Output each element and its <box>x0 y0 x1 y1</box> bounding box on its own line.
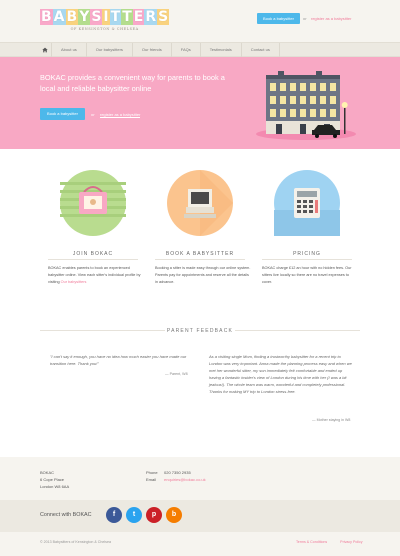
testimonial-quote-1: "I can't say it enough, you have no idea… <box>50 354 187 366</box>
nav-our-babysitters[interactable]: Our babysitters <box>87 43 133 57</box>
join-feature-circle <box>60 170 126 236</box>
footer-contact-values: 020 7350 2935 enquiries@bokac.co.uk <box>164 469 206 483</box>
logo-letter: T <box>109 9 122 25</box>
book-divider <box>155 259 245 260</box>
copyright-text: © 2013 Babysitters of Kensington & Chels… <box>40 540 111 544</box>
nav-contact-us[interactable]: Contact us <box>242 43 280 57</box>
our-babysitters-link[interactable]: Our babysitters <box>61 280 87 284</box>
pricing-description: BOKAC charge £12 an hour with no hidden … <box>262 266 352 284</box>
book-description: Booking a sitter is made easy through ou… <box>155 266 251 284</box>
pricing-feature-circle <box>274 170 340 236</box>
logo-letter: Y <box>78 9 91 25</box>
logo-letter: I <box>102 9 110 25</box>
calculator-icon <box>274 170 340 236</box>
logo-subtitle: OF KENSINGTON & CHELSEA <box>70 27 139 31</box>
logo-letter: B <box>40 9 53 25</box>
hero-or-text: or <box>91 112 95 117</box>
book-babysitter-button[interactable]: Book a babysitter <box>257 13 300 24</box>
connect-label: Connect with BOKAC <box>40 512 92 518</box>
join-divider <box>48 259 138 260</box>
site-header: BABYSITTERS OF KENSINGTON & CHELSEA Book… <box>0 0 400 42</box>
footer-company: BOKAC <box>40 470 55 475</box>
handbag-icon <box>60 170 126 236</box>
join-title: JOIN BOKAC <box>72 251 114 257</box>
footer-contact-labels: Phone Email <box>146 469 158 483</box>
pricing-title: PRICING <box>293 251 321 257</box>
logo-letter: R <box>144 9 158 25</box>
facebook-icon[interactable]: f <box>106 507 122 523</box>
testimonial-author-2: — Mother staying in W8 <box>312 418 351 422</box>
nav-faqs[interactable]: FAQs <box>172 43 201 57</box>
logo-letter: S <box>90 9 103 25</box>
computer-icon <box>167 170 233 236</box>
register-babysitter-link[interactable]: register as a babysitter <box>311 16 351 21</box>
footer-address: BOKAC 6 Cope Place London W8 6AA <box>40 469 69 490</box>
footer-links: Terms & Conditions Privacy Policy <box>296 540 375 544</box>
logo-letter: S <box>157 9 170 25</box>
blogger-icon[interactable]: b <box>166 507 182 523</box>
pricing-divider <box>262 259 352 260</box>
main-nav: About us Our babysitters Our friends FAQ… <box>0 42 400 57</box>
email-label: Email <box>146 477 157 482</box>
email-link[interactable]: enquiries@bokac.co.uk <box>164 476 206 483</box>
privacy-link[interactable]: Privacy Policy <box>340 540 362 544</box>
logo-letter: B <box>65 9 79 25</box>
hero-register-link[interactable]: register as a babysitter <box>100 112 141 118</box>
footer-address-line-1: 6 Cope Place <box>40 477 65 482</box>
logo-wordmark: BABYSITTERS <box>40 9 170 25</box>
phone-number: 020 7350 2935 <box>164 470 191 475</box>
footer-address-line-2: London W8 6AA <box>40 484 70 489</box>
or-text: or <box>303 16 307 21</box>
home-icon[interactable] <box>38 43 52 57</box>
nav-about-us[interactable]: About us <box>52 43 87 57</box>
parent-feedback-title: PARENT FEEDBACK <box>166 328 234 334</box>
logo-letter: E <box>132 9 145 25</box>
book-title: BOOK A BABYSITTER <box>165 251 235 257</box>
terms-link[interactable]: Terms & Conditions <box>296 540 327 544</box>
testimonial-quote-2: As a visiting single Mom, finding a trus… <box>209 354 352 394</box>
nav-our-friends[interactable]: Our friends <box>133 43 172 57</box>
testimonial-author-1: — Parent, W8 <box>165 372 188 376</box>
logo-letter: A <box>52 9 66 25</box>
logo-letter: T <box>121 9 133 25</box>
book-feature-circle <box>167 170 233 236</box>
hero-book-babysitter-button[interactable]: Book a babysitter <box>40 108 85 120</box>
hero-headline: BOKAC provides a convenient way for pare… <box>40 73 225 93</box>
pinterest-icon[interactable]: p <box>146 507 162 523</box>
nav-testimonials[interactable]: Testimonials <box>201 43 242 57</box>
site-logo[interactable]: BABYSITTERS OF KENSINGTON & CHELSEA <box>40 9 170 31</box>
twitter-icon[interactable]: t <box>126 507 142 523</box>
join-description: BOKAC enables parents to book an experie… <box>48 265 144 286</box>
townhouse-illustration <box>248 70 358 147</box>
phone-label: Phone <box>146 470 158 475</box>
